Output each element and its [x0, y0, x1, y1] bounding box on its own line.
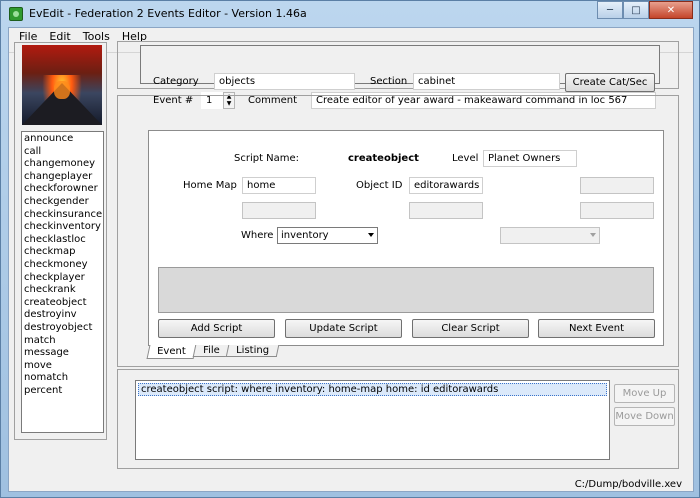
- command-item[interactable]: message: [24, 347, 103, 360]
- command-item[interactable]: destroyinv: [24, 309, 103, 322]
- chevron-down-icon: [590, 233, 596, 237]
- command-item[interactable]: call: [24, 146, 103, 159]
- where-label: Where: [241, 230, 274, 241]
- extra-field-1: [580, 177, 654, 194]
- object-id-label: Object ID: [356, 180, 403, 191]
- command-item[interactable]: match: [24, 335, 103, 348]
- command-item[interactable]: nomatch: [24, 372, 103, 385]
- command-item[interactable]: checkmap: [24, 246, 103, 259]
- object-id-input[interactable]: editorawards: [409, 177, 483, 194]
- tab-listing-label: Listing: [236, 345, 270, 356]
- extra-field-4: [580, 202, 654, 219]
- create-cat-sec-button[interactable]: Create Cat/Sec: [565, 73, 655, 92]
- script-preview-area: [158, 267, 654, 313]
- tab-strip: Event File Listing: [146, 345, 280, 359]
- clear-script-button[interactable]: Clear Script: [412, 319, 529, 338]
- command-item[interactable]: changeplayer: [24, 171, 103, 184]
- command-item[interactable]: checkmoney: [24, 259, 103, 272]
- tab-event[interactable]: Event: [146, 345, 197, 359]
- status-file-path: C:/Dump/bodville.xev: [574, 479, 682, 490]
- command-item[interactable]: destroyobject: [24, 322, 103, 335]
- tab-event-label: Event: [157, 346, 186, 357]
- category-input[interactable]: objects: [214, 73, 355, 90]
- maximize-icon[interactable]: □: [623, 1, 649, 19]
- next-event-button[interactable]: Next Event: [538, 319, 655, 338]
- command-item[interactable]: checkinventory: [24, 221, 103, 234]
- command-item[interactable]: checkplayer: [24, 272, 103, 285]
- home-map-input[interactable]: home: [242, 177, 316, 194]
- command-item[interactable]: checkgender: [24, 196, 103, 209]
- window-controls: ─ □ ✕: [597, 1, 693, 21]
- level-input[interactable]: Planet Owners: [483, 150, 577, 167]
- script-name-value: createobject: [348, 153, 419, 164]
- minimize-icon[interactable]: ─: [597, 1, 623, 19]
- title-bar[interactable]: EvEdit - Federation 2 Events Editor - Ve…: [1, 1, 699, 27]
- level-label: Level: [452, 153, 479, 164]
- extra-field-2: [242, 202, 316, 219]
- move-down-button[interactable]: Move Down: [614, 407, 675, 426]
- command-item[interactable]: move: [24, 360, 103, 373]
- chevron-down-icon: [368, 233, 374, 237]
- command-item[interactable]: checkforowner: [24, 183, 103, 196]
- section-label: Section: [370, 76, 408, 87]
- command-item[interactable]: checklastloc: [24, 234, 103, 247]
- where-select-value: inventory: [281, 230, 329, 241]
- app-window: EvEdit - Federation 2 Events Editor - Ve…: [0, 0, 700, 498]
- command-item[interactable]: checkinsurance: [24, 209, 103, 222]
- script-name-label: Script Name:: [234, 153, 300, 164]
- tab-file[interactable]: File: [192, 345, 230, 357]
- tab-listing[interactable]: Listing: [226, 345, 280, 357]
- command-item[interactable]: changemoney: [24, 158, 103, 171]
- section-input[interactable]: cabinet: [413, 73, 560, 90]
- script-list[interactable]: createobject script: where inventory: ho…: [135, 380, 610, 460]
- window-title: EvEdit - Federation 2 Events Editor - Ve…: [29, 7, 307, 20]
- command-list[interactable]: announce call changemoney changeplayer c…: [21, 131, 104, 433]
- crater-glow: [54, 81, 70, 99]
- status-bar: C:/Dump/bodville.xev: [8, 478, 694, 492]
- app-icon: [9, 7, 23, 21]
- update-script-button[interactable]: Update Script: [285, 319, 402, 338]
- command-item[interactable]: announce: [24, 133, 103, 146]
- add-script-button[interactable]: Add Script: [158, 319, 275, 338]
- command-item[interactable]: createobject: [24, 297, 103, 310]
- command-item[interactable]: checkrank: [24, 284, 103, 297]
- move-up-button[interactable]: Move Up: [614, 384, 675, 403]
- home-map-label: Home Map: [183, 180, 237, 191]
- volcano-logo: [22, 45, 102, 125]
- close-icon[interactable]: ✕: [649, 1, 693, 19]
- extra-field-3: [409, 202, 483, 219]
- list-item[interactable]: createobject script: where inventory: ho…: [138, 383, 607, 396]
- tab-file-label: File: [202, 345, 220, 356]
- category-label: Category: [153, 76, 199, 87]
- command-item[interactable]: percent: [24, 385, 103, 398]
- extra-select: [500, 227, 600, 244]
- where-select[interactable]: inventory: [277, 227, 378, 244]
